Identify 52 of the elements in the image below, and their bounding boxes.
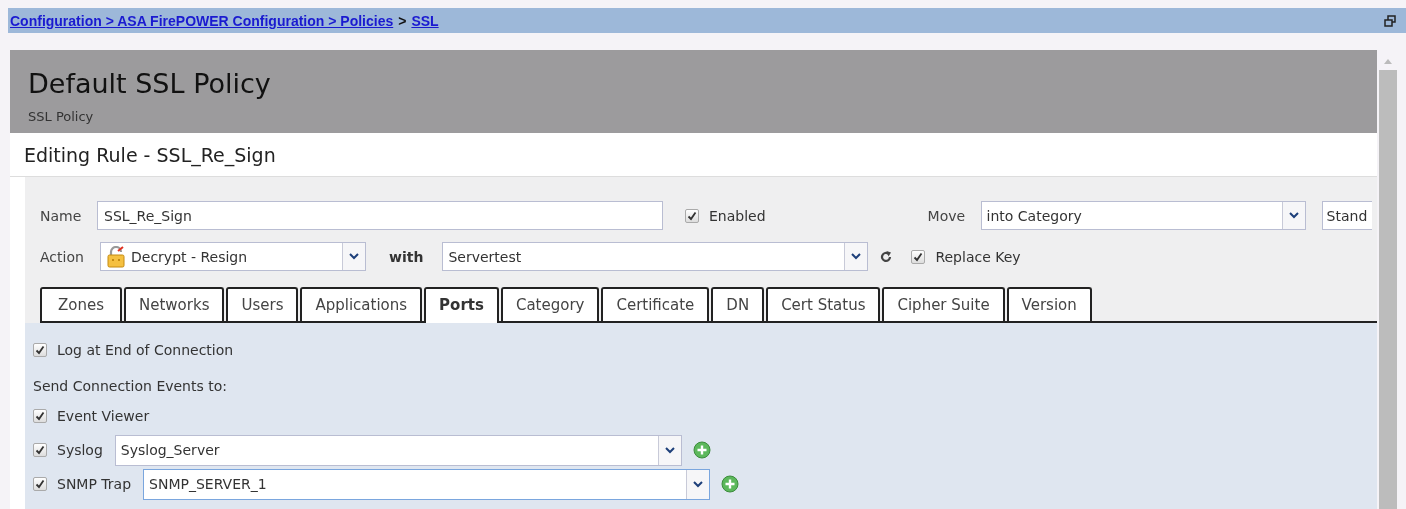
breadcrumb-link[interactable]: Configuration > ASA FirePOWER Configuration > Policies [10, 12, 394, 29]
checkbox-label: Event Viewer [57, 408, 150, 424]
tab[interactable]: Networks [124, 287, 225, 321]
tab[interactable]: Certificate [601, 287, 710, 321]
restore-window-icon[interactable] [1384, 14, 1396, 27]
tab[interactable]: Version [1006, 287, 1092, 321]
with-label: with [389, 248, 424, 265]
checkbox-label: Log at End of Connection [57, 342, 234, 358]
refresh-icon[interactable] [879, 249, 894, 264]
server-select[interactable]: SNMP_SERVER_1 [143, 468, 711, 500]
field-label: Move [927, 207, 967, 224]
breadcrumb-link[interactable]: SSL [411, 12, 439, 29]
server-select[interactable]: Syslog_Server [114, 434, 682, 466]
checkbox[interactable] [685, 208, 699, 223]
checkbox[interactable] [33, 443, 47, 457]
checkbox-label: Enabled [709, 207, 766, 224]
tab[interactable]: Cert Status [766, 287, 881, 321]
checkbox-label: SNMP Trap [57, 476, 132, 492]
checkbox[interactable] [33, 409, 47, 423]
section-heading: Send Connection Events to: [33, 377, 228, 396]
checkbox[interactable] [911, 249, 926, 264]
action-select[interactable]: Decrypt - Resign [100, 242, 366, 271]
policy-subtitle: SSL Policy [28, 109, 95, 124]
name-field[interactable]: SSL_Re_Sign [97, 201, 663, 230]
tab[interactable]: DN [711, 287, 765, 321]
tab[interactable]: Cipher Suite [882, 287, 1005, 321]
tab[interactable]: Applications [300, 287, 423, 321]
checkbox-label: Replace Key [935, 248, 1021, 265]
tab[interactable]: Zones [40, 287, 122, 321]
editor-title: Editing Rule - SSL_Re_Sign [24, 143, 276, 166]
checkbox[interactable] [33, 477, 47, 491]
certificate-select[interactable]: Servertest [442, 242, 869, 271]
policy-title: Default SSL Policy [28, 67, 272, 101]
tab[interactable]: Category [500, 287, 600, 321]
move-select[interactable]: into Category [980, 201, 1306, 230]
field-label: Action [40, 248, 85, 265]
add-icon[interactable] [721, 475, 740, 493]
lock-icon [106, 245, 126, 268]
checkbox[interactable] [33, 343, 47, 357]
caret-icon [1288, 212, 1299, 219]
caret-icon [349, 253, 359, 260]
breadcrumb-separator: > [398, 12, 407, 29]
field-label: Name [40, 207, 83, 224]
tab[interactable]: Ports [424, 287, 499, 323]
add-icon[interactable] [692, 441, 711, 459]
caret-icon [693, 480, 704, 488]
tab[interactable]: Users [226, 287, 299, 321]
caret-icon [851, 253, 862, 260]
caret-icon [664, 446, 675, 454]
position-select[interactable]: Stand [1321, 201, 1372, 230]
checkbox-label: Syslog [57, 442, 103, 458]
scroll-thumb[interactable] [1379, 70, 1397, 509]
